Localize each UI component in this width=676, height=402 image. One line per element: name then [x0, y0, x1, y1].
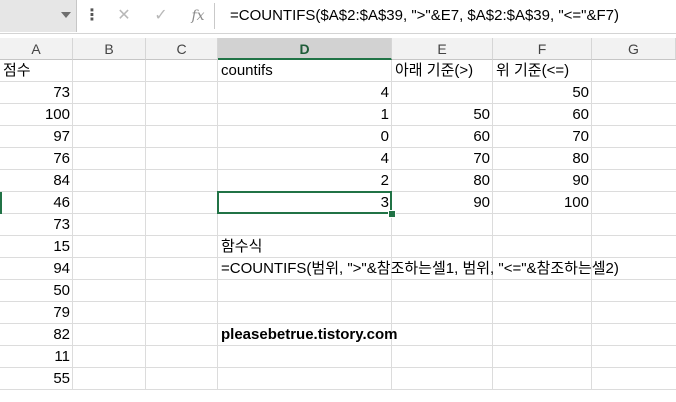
insert-function-icon[interactable]: fx	[187, 5, 209, 27]
upper-bound-cell[interactable]: 80	[493, 148, 592, 170]
column-header-c[interactable]: C	[146, 38, 218, 60]
score-cell[interactable]: 11	[0, 346, 73, 368]
lower-bound-cell[interactable]: 50	[392, 104, 493, 126]
chevron-down-icon[interactable]	[61, 12, 71, 18]
lower-bound-cell[interactable]: 60	[392, 126, 493, 148]
more-options-icon[interactable]: ⋮	[84, 6, 100, 26]
upper-bound-cell[interactable]: 60	[493, 104, 592, 126]
countifs-cell[interactable]: 2	[218, 170, 392, 192]
column-header-g[interactable]: G	[592, 38, 676, 60]
score-cell[interactable]: 97	[0, 126, 73, 148]
upper-bound-cell[interactable]: 100	[493, 192, 592, 214]
score-cell[interactable]: 50	[0, 280, 73, 302]
score-cell[interactable]: 76	[0, 148, 73, 170]
score-cell[interactable]: 73	[0, 82, 73, 104]
column-header-e[interactable]: E	[392, 38, 493, 60]
lower-bound-cell[interactable]: 90	[392, 192, 493, 214]
score-cell[interactable]: 55	[0, 368, 73, 390]
enter-icon[interactable]: ✓	[150, 5, 172, 27]
formula-bar-divider	[214, 3, 215, 29]
formula-input[interactable]: =COUNTIFS($A$2:$A$39, ">"&E7, $A$2:$A$39…	[230, 0, 619, 32]
formula-bar: ⋮ ✕ ✓ fx =COUNTIFS($A$2:$A$39, ">"&E7, $…	[0, 0, 676, 34]
blog-url-cell[interactable]: pleasebetrue.tistory.com	[218, 324, 400, 346]
score-cell[interactable]: 46	[0, 192, 73, 214]
upper-bound-cell[interactable]: 50	[493, 82, 592, 104]
score-cell[interactable]: 15	[0, 236, 73, 258]
lower-bound-cell[interactable]: 70	[392, 148, 493, 170]
column-header-d[interactable]: D	[218, 38, 392, 60]
cancel-icon[interactable]: ✕	[113, 5, 135, 27]
score-cell[interactable]: 79	[0, 302, 73, 324]
selected-cell-border[interactable]	[217, 191, 392, 214]
gridline-horizontal	[0, 389, 676, 390]
column-header-f[interactable]: F	[493, 38, 592, 60]
countifs-cell[interactable]: 4	[218, 82, 392, 104]
column-header-b[interactable]: B	[73, 38, 146, 60]
upper-bound-cell[interactable]: 90	[493, 170, 592, 192]
cell-f1-header[interactable]: 위 기준(<=)	[493, 60, 592, 82]
gridline-horizontal	[0, 301, 676, 302]
upper-bound-cell[interactable]: 70	[493, 126, 592, 148]
column-header-a[interactable]: A	[0, 38, 73, 60]
cell-e1-header[interactable]: 아래 기준(>)	[392, 60, 493, 82]
cell-a1-header[interactable]: 점수	[0, 60, 73, 82]
score-cell[interactable]: 100	[0, 104, 73, 126]
formula-label-cell[interactable]: 함수식	[218, 236, 392, 258]
gridline-horizontal	[0, 367, 676, 368]
gridline-vertical	[145, 60, 146, 390]
score-cell[interactable]: 73	[0, 214, 73, 236]
score-cell[interactable]: 94	[0, 258, 73, 280]
active-row-indicator	[0, 192, 2, 214]
countifs-cell[interactable]: 1	[218, 104, 392, 126]
fill-handle[interactable]	[388, 210, 396, 218]
name-box[interactable]	[0, 0, 77, 32]
score-cell[interactable]: 84	[0, 170, 73, 192]
formula-example-cell[interactable]: =COUNTIFS(범위, ">"&참조하는셀1, 범위, "<="&참조하는셀…	[218, 258, 622, 280]
cell-d1-header[interactable]: countifs	[218, 60, 392, 82]
countifs-cell[interactable]: 4	[218, 148, 392, 170]
lower-bound-cell[interactable]: 80	[392, 170, 493, 192]
countifs-cell[interactable]: 0	[218, 126, 392, 148]
score-cell[interactable]: 82	[0, 324, 73, 346]
